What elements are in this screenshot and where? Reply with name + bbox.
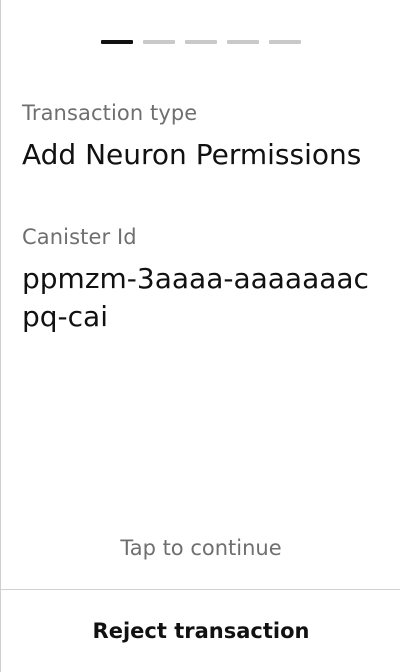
progress-step-3 — [185, 40, 217, 44]
canister-id-value: ppmzm-3aaaa-aaaaaaacpq-cai — [22, 262, 369, 333]
canister-id-label: Canister Id — [22, 225, 137, 249]
progress-step-5 — [269, 40, 301, 44]
step-progress-indicator — [101, 40, 301, 44]
tap-to-continue-hint: Tap to continue — [120, 536, 282, 560]
transaction-review-screen[interactable]: Transaction type Add Neuron Permissions … — [0, 0, 400, 672]
progress-step-4 — [227, 40, 259, 44]
reject-transaction-button[interactable]: Reject transaction — [1, 590, 400, 672]
transaction-type-label: Transaction type — [22, 101, 198, 125]
progress-step-2 — [143, 40, 175, 44]
progress-step-1 — [101, 40, 133, 44]
transaction-type-value: Add Neuron Permissions — [22, 138, 362, 171]
